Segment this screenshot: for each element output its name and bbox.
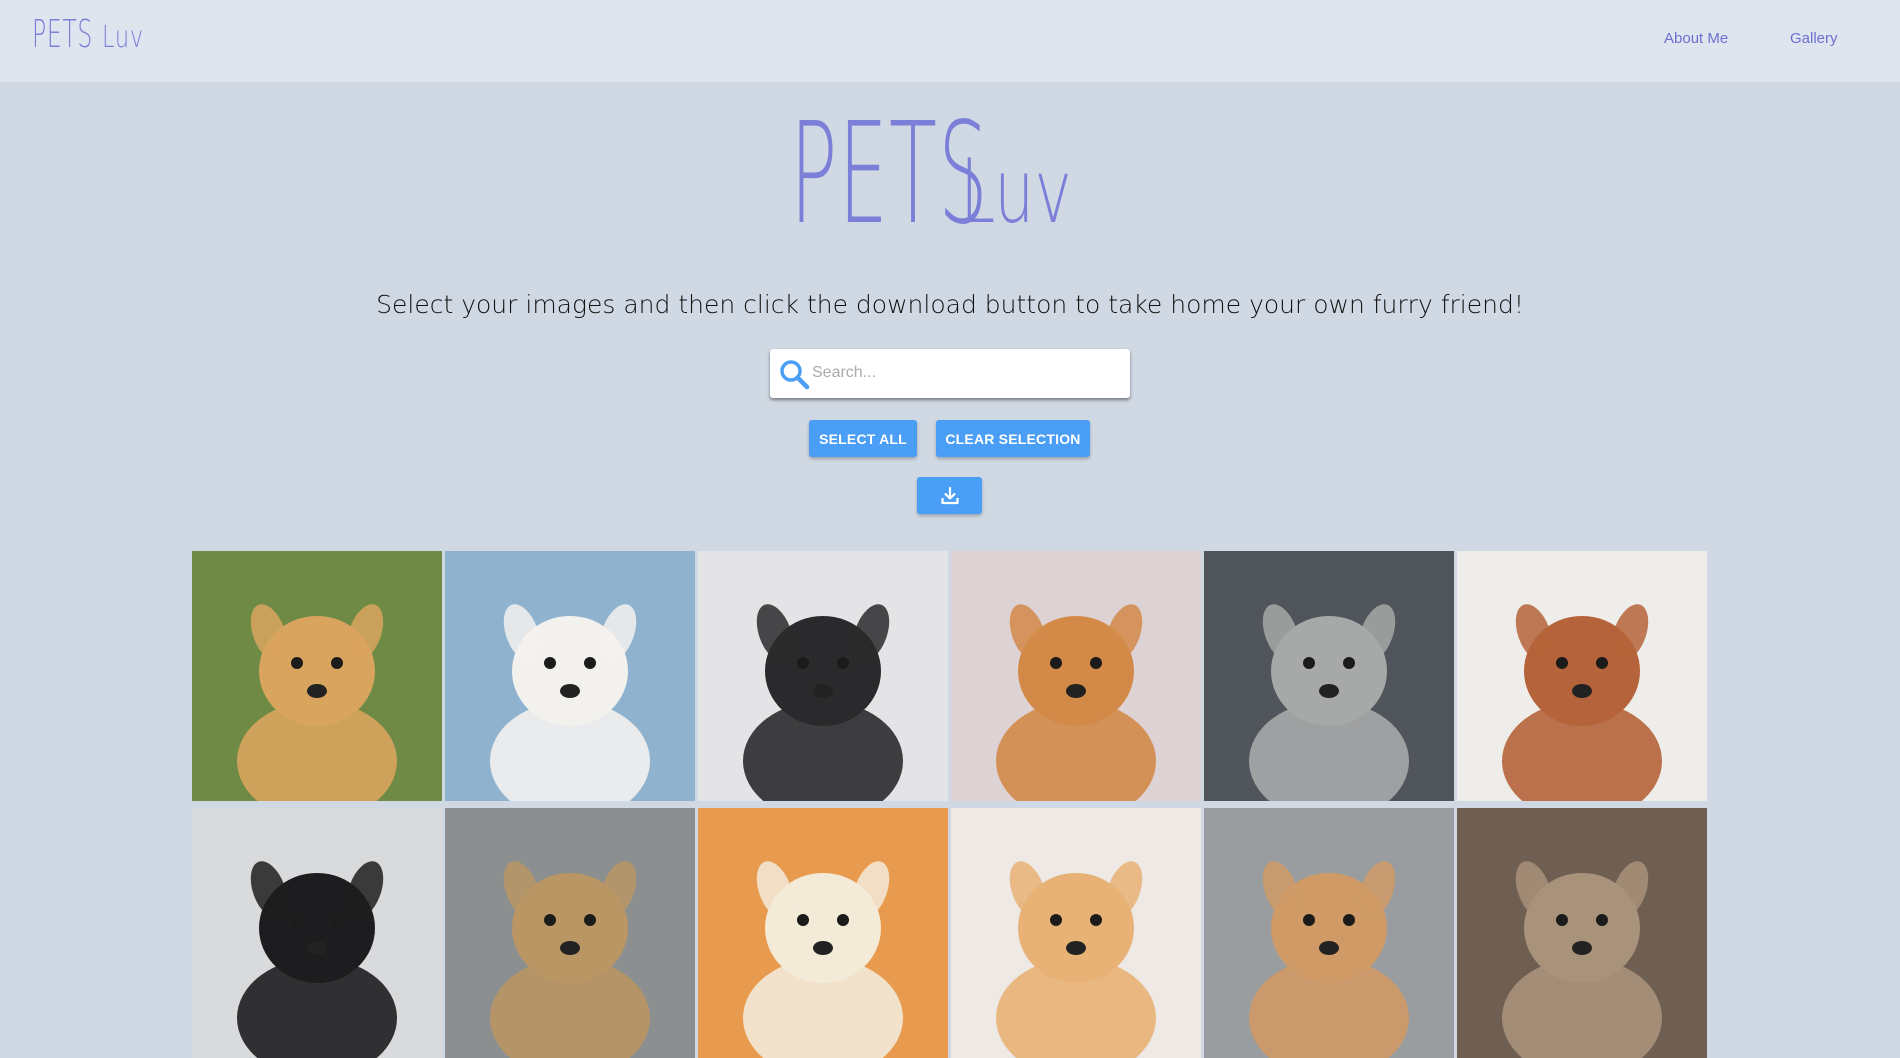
pet-photo — [1457, 808, 1707, 1058]
gallery-image-tabby-cat[interactable] — [1457, 808, 1707, 1058]
gallery-image-orange-cat-bandana[interactable] — [951, 551, 1201, 801]
pet-photo — [445, 808, 695, 1058]
pet-photo — [698, 808, 948, 1058]
gallery-image-bunny[interactable] — [445, 808, 695, 1058]
pet-photo — [192, 551, 442, 801]
gallery-image-puppy-orange-background[interactable] — [698, 808, 948, 1058]
download-icon — [940, 486, 959, 504]
search-icon — [780, 360, 810, 390]
navbar: PETS Luv About Me Gallery — [0, 0, 1900, 83]
pet-photo — [192, 808, 442, 1058]
gallery-image-corgi-puppy[interactable] — [1204, 808, 1454, 1058]
download-button[interactable] — [917, 477, 982, 514]
nav-link-gallery[interactable]: Gallery — [1790, 30, 1838, 47]
tagline: Select your images and then click the do… — [376, 290, 1524, 319]
brand-logo-luv: Luv — [102, 20, 145, 55]
hero-logo: PETS Luv — [0, 100, 1900, 250]
gallery-image-pomeranian[interactable] — [951, 808, 1201, 1058]
gallery-image-grey-fluffy-cat[interactable] — [1204, 551, 1454, 801]
search-input[interactable] — [810, 357, 1120, 389]
brand-logo[interactable]: PETS Luv — [32, 12, 158, 56]
select-all-button[interactable]: SELECT ALL — [809, 420, 917, 457]
gallery-image-golden-retriever-puppies[interactable] — [192, 551, 442, 801]
pet-photo — [951, 551, 1201, 801]
hero-logo-luv: Luv — [960, 140, 1072, 243]
search-box — [770, 349, 1130, 398]
clear-selection-button[interactable]: CLEAR SELECTION — [936, 420, 1090, 457]
pet-photo — [951, 808, 1201, 1058]
pet-photo — [698, 551, 948, 801]
pet-photo — [445, 551, 695, 801]
gallery-image-white-dog-heart-sunglasses[interactable] — [445, 551, 695, 801]
gallery-image-dachshund[interactable] — [1457, 551, 1707, 801]
pet-photo — [1204, 808, 1454, 1058]
brand-logo-pets: PETS — [32, 12, 93, 56]
gallery-image-black-pug[interactable] — [698, 551, 948, 801]
gallery-image-black-dog-smiling[interactable] — [192, 808, 442, 1058]
pet-photo — [1457, 551, 1707, 801]
nav-link-about-me[interactable]: About Me — [1664, 30, 1728, 47]
pet-photo — [1204, 551, 1454, 801]
